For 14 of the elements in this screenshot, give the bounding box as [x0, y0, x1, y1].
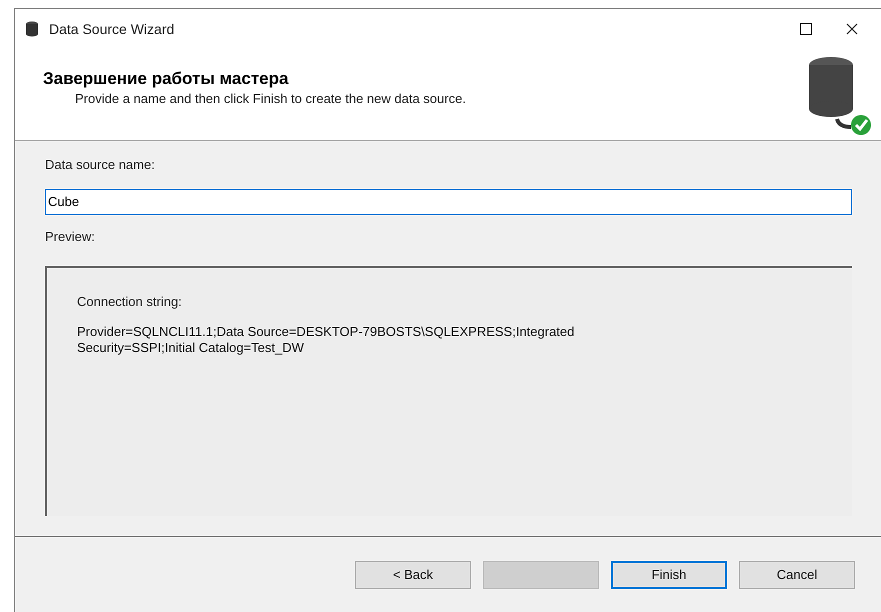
dialog-button[interactable]: < Back — [355, 561, 471, 589]
dialog-button[interactable]: Cancel — [739, 561, 855, 589]
connection-heading: Connection string: — [77, 293, 183, 311]
wizard-subtitle: Provide a name and then click Finish to create the new data source. — [74, 90, 467, 108]
close-icon — [846, 23, 858, 35]
wizard-title: Завершение работы мастера — [43, 69, 290, 89]
dialog-button[interactable]: Finish — [611, 561, 727, 589]
window-title: Data Source Wizard — [49, 20, 174, 38]
field-label: Data source name: — [45, 156, 156, 174]
preview-label: Preview: — [45, 228, 96, 246]
name-input-field[interactable]: Cube — [45, 188, 852, 214]
maximize-icon — [800, 23, 812, 35]
connection-string: Provider=SQLNCLI11.1;Data Source=DESKTOP-79BOSTS\SQLEXPRESS;Integrated Security=SSPI;Initial Catalog=Test_DW — [77, 324, 576, 356]
database-icon — [25, 21, 39, 37]
